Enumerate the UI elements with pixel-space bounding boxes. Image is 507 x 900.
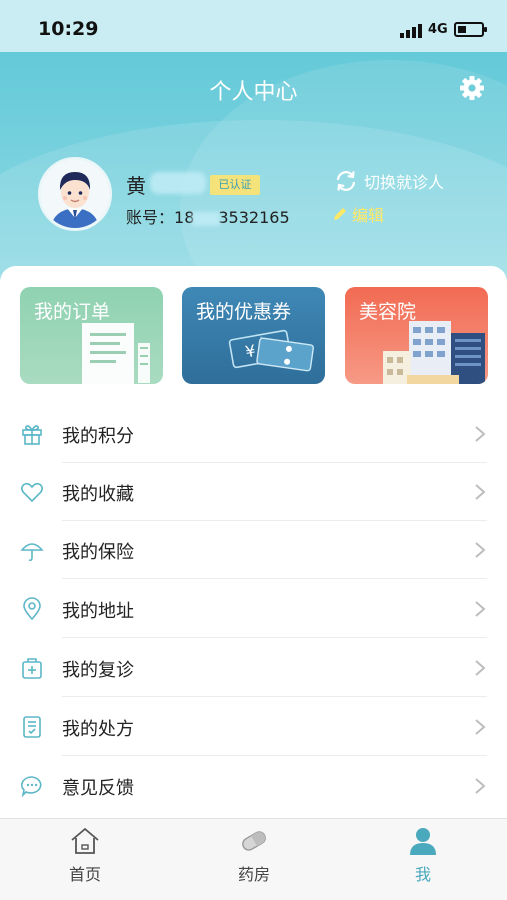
pencil-icon (334, 208, 346, 220)
menu-item-address[interactable]: 我的地址 (0, 580, 507, 638)
account-number: 账号：18 3532165 (126, 204, 290, 228)
menu-label: 我的收藏 (62, 484, 134, 505)
menu-item-favorites[interactable]: 我的收藏 (0, 463, 507, 521)
divider (62, 755, 487, 756)
refresh-icon (336, 171, 356, 191)
heart-icon (21, 482, 43, 503)
menu-label: 我的积分 (62, 426, 134, 447)
chevron-right-icon (475, 484, 486, 500)
gear-icon[interactable] (458, 74, 486, 102)
document-icon (82, 323, 150, 384)
chevron-right-icon (475, 660, 486, 676)
chevron-right-icon (475, 719, 486, 735)
pill-icon (242, 831, 266, 851)
gift-icon (22, 425, 42, 445)
card-title: 我的优惠券 (196, 301, 292, 323)
menu-item-follow-up[interactable]: 我的复诊 (0, 639, 507, 697)
chevron-right-icon (475, 426, 486, 442)
location-pin-icon (23, 597, 41, 621)
status-bar: 10:29 4G (0, 0, 507, 52)
tab-pharmacy[interactable]: 药房 (204, 819, 304, 900)
chevron-right-icon (475, 778, 486, 794)
my-orders-card[interactable]: 我的订单 (20, 287, 163, 384)
edit-label: 编辑 (352, 206, 385, 225)
chevron-right-icon (475, 542, 486, 558)
menu-item-prescription[interactable]: 我的处方 (0, 698, 507, 756)
menu-label: 我的保险 (62, 542, 134, 563)
tab-home[interactable]: 首页 (35, 819, 135, 900)
menu-item-points[interactable]: 我的积分 (0, 405, 507, 463)
menu-label: 我的地址 (62, 601, 134, 622)
name-mask (150, 172, 206, 194)
account-mask (192, 211, 221, 226)
account-prefix: 账号： (126, 208, 175, 227)
chevron-right-icon (475, 601, 486, 617)
svg-text:¥: ¥ (244, 341, 257, 361)
account-start: 18 (174, 208, 195, 227)
divider (62, 696, 487, 697)
switch-patient-button[interactable]: 切换就诊人 (334, 168, 444, 194)
switch-patient-label: 切换就诊人 (364, 173, 445, 192)
tab-bar: 首页 药房 我 (0, 818, 507, 900)
network-type: 4G (428, 22, 448, 37)
beauty-salon-card[interactable]: 美容院 (345, 287, 488, 384)
tab-me[interactable]: 我 (373, 819, 473, 900)
chat-bubble-icon (21, 776, 42, 798)
battery-icon (454, 22, 487, 37)
tab-label: 首页 (68, 865, 101, 884)
tab-label: 我 (414, 865, 431, 884)
tab-label: 药房 (237, 865, 270, 884)
umbrella-icon (20, 543, 44, 562)
status-time: 10:29 (38, 18, 99, 40)
divider (62, 578, 487, 579)
coupon-icon: ¥ (228, 329, 314, 372)
avatar[interactable] (38, 157, 112, 231)
menu-item-feedback[interactable]: 意见反馈 (0, 757, 507, 815)
divider (62, 637, 487, 638)
user-name: 黄 (126, 174, 146, 198)
account-end: 3532165 (218, 208, 290, 227)
person-icon (410, 828, 436, 855)
signal-icon (400, 22, 424, 38)
menu-item-insurance[interactable]: 我的保险 (0, 521, 507, 579)
building-icon (383, 321, 485, 384)
page-title: 个人中心 (209, 80, 298, 105)
menu-label: 我的复诊 (62, 660, 134, 681)
my-coupons-card[interactable]: 我的优惠券 ¥ (182, 287, 325, 384)
menu-label: 意见反馈 (62, 778, 134, 799)
medical-kit-icon (22, 658, 42, 679)
home-icon (71, 827, 99, 854)
edit-button[interactable]: 编辑 (332, 202, 384, 226)
menu-label: 我的处方 (62, 719, 134, 740)
verified-badge: 已认证 (210, 175, 260, 195)
prescription-icon (23, 716, 41, 738)
